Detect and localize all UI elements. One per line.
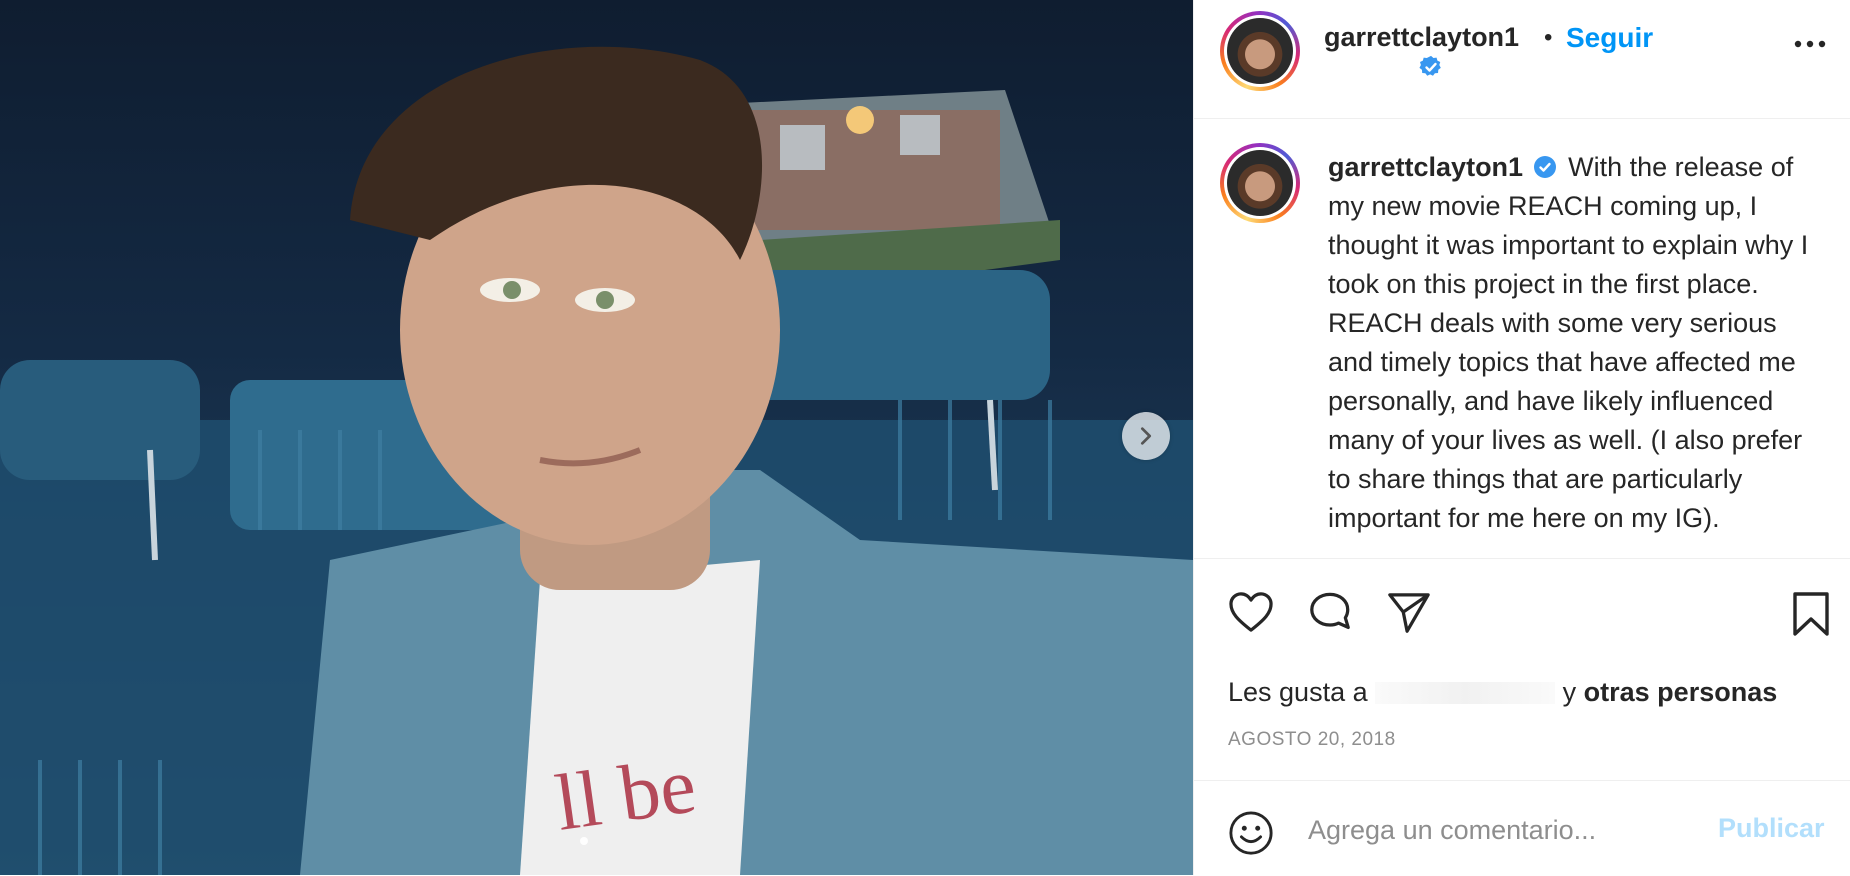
- headrest-left: [0, 360, 200, 480]
- comment-input[interactable]: [1306, 807, 1710, 853]
- verified-badge-icon: [1533, 156, 1556, 178]
- likes-summary: Les gusta a y otras personas: [1228, 677, 1777, 708]
- next-photo-button[interactable]: [1122, 412, 1170, 460]
- likes-others-link[interactable]: otras personas: [1584, 677, 1778, 707]
- more-icon[interactable]: [1792, 38, 1828, 50]
- caption-username[interactable]: garrettclayton1: [1328, 152, 1523, 182]
- heart-icon[interactable]: [1228, 591, 1274, 633]
- post-photo: ll be: [0, 0, 1193, 875]
- avatar-image: [1227, 150, 1293, 216]
- chevron-right-icon: [1140, 427, 1152, 445]
- send-icon[interactable]: [1386, 591, 1432, 635]
- caption-body: garrettclayton1 With the release of my n…: [1328, 148, 1828, 538]
- photo-scene: ll be: [0, 46, 1193, 875]
- post-actions: Les gusta a y otras personas AGOSTO 20, …: [1194, 558, 1850, 781]
- header-separator: •: [1544, 24, 1553, 51]
- emoji-icon[interactable]: [1228, 810, 1274, 856]
- post-sidebar: garrettclayton1 • Seguir garrettclayton1…: [1193, 0, 1850, 875]
- likes-and: y: [1562, 677, 1577, 707]
- comment-icon[interactable]: [1307, 591, 1353, 637]
- header-avatar[interactable]: [1220, 11, 1300, 91]
- comment-bar: Publicar: [1194, 780, 1850, 876]
- carousel-indicator: [580, 837, 588, 845]
- post-date[interactable]: AGOSTO 20, 2018: [1228, 729, 1396, 751]
- caption-section: garrettclayton1 With the release of my n…: [1194, 118, 1850, 558]
- avatar-image: [1227, 18, 1293, 84]
- likes-prefix: Les gusta a: [1228, 677, 1368, 707]
- follow-button[interactable]: Seguir: [1566, 22, 1653, 54]
- header-username[interactable]: garrettclayton1: [1324, 22, 1519, 53]
- post-header: garrettclayton1 • Seguir: [1194, 0, 1850, 119]
- verified-badge-icon: [1419, 55, 1441, 76]
- redacted-username: [1375, 682, 1556, 704]
- publish-button[interactable]: Publicar: [1718, 813, 1825, 844]
- caption-avatar[interactable]: [1220, 143, 1300, 223]
- bookmark-icon[interactable]: [1791, 591, 1831, 637]
- headrest-right: [740, 270, 1050, 400]
- caption-text: With the release of my new movie REACH c…: [1328, 152, 1809, 533]
